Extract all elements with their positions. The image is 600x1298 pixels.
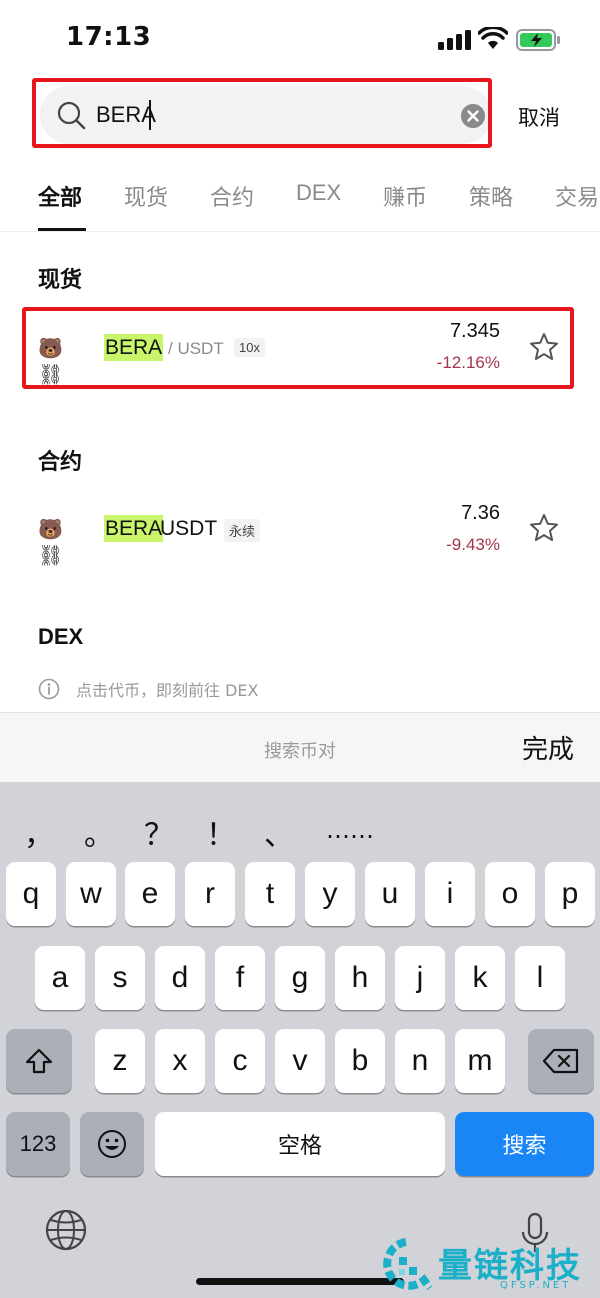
tab-spot[interactable]: 现货 [124,180,168,212]
done-button[interactable]: 完成 [522,729,574,766]
battery-charging-icon [516,29,560,51]
futures-price: 7.36 [461,502,500,524]
cellular-signal-icon [438,30,472,50]
punct-key[interactable]: ？ [144,810,174,854]
key-z[interactable]: z [95,1029,145,1093]
tab-earn[interactable]: 赚币 [383,180,427,212]
key-d[interactable]: d [155,946,205,1010]
key-q[interactable]: q [6,862,56,926]
category-tabs: 全部 现货 合约 DEX 赚币 策略 交易 [0,172,600,232]
futures-symbol: BERA [104,515,164,542]
punct-key[interactable]: …… [326,816,374,844]
cancel-button[interactable]: 取消 [518,102,560,132]
dex-info-text: 点击代币，即刻前往 DEX [76,681,259,700]
key-s[interactable]: s [95,946,145,1010]
spot-annotation-box [22,307,574,389]
section-title-futures: 合约 [38,450,83,475]
key-n[interactable]: n [395,1029,445,1093]
tab-trade[interactable]: 交易 [555,180,600,212]
key-g[interactable]: g [275,946,325,1010]
search-key[interactable]: 搜索 [455,1112,594,1176]
keyboard: ， 。 ？ ！ 、 …… q w e r t y u i o p a s d f… [0,782,600,1298]
watermark: 量链科技 QFSP.NET [380,1234,600,1298]
section-title-dex: DEX [38,624,84,649]
key-w[interactable]: w [66,862,116,926]
space-key[interactable]: 空格 [155,1112,445,1176]
key-y[interactable]: y [305,862,355,926]
keyboard-placeholder: 搜索币对 [264,741,336,762]
numbers-key[interactable]: 123 [6,1112,70,1176]
keyboard-toolbar: 搜索币对 完成 [0,712,600,782]
info-icon [38,678,60,700]
key-a[interactable]: a [35,946,85,1010]
key-c[interactable]: c [215,1029,265,1093]
status-bar: 17:13 [0,0,600,80]
key-t[interactable]: t [245,862,295,926]
shift-icon [25,1048,53,1074]
key-b[interactable]: b [335,1029,385,1093]
emoji-icon [98,1130,126,1158]
search-annotation-box [32,78,492,148]
tab-strategy[interactable]: 策略 [469,180,513,212]
bera-coin-icon: 🐻⛓ [38,517,64,567]
home-indicator [196,1278,404,1285]
active-tab-indicator [38,228,86,231]
key-m[interactable]: m [455,1029,505,1093]
futures-change: -9.43% [446,535,500,554]
key-f[interactable]: f [215,946,265,1010]
key-u[interactable]: u [365,862,415,926]
key-o[interactable]: o [485,862,535,926]
punct-key[interactable]: ！ [206,810,236,854]
status-time: 17:13 [66,22,152,52]
key-r[interactable]: r [185,862,235,926]
tab-futures[interactable]: 合约 [210,180,254,212]
punct-key[interactable]: ， [24,810,54,854]
section-title-spot: 现货 [38,268,83,293]
futures-symbol-quote: USDT [160,517,218,540]
key-l[interactable]: l [515,946,565,1010]
punct-key[interactable]: 、 [264,810,294,854]
key-k[interactable]: k [455,946,505,1010]
globe-icon[interactable] [44,1208,88,1252]
key-e[interactable]: e [125,862,175,926]
key-h[interactable]: h [335,946,385,1010]
tab-all[interactable]: 全部 [38,180,82,212]
backspace-key[interactable] [528,1029,594,1093]
shift-key[interactable] [6,1029,72,1093]
tab-dex[interactable]: DEX [296,180,341,206]
key-j[interactable]: j [395,946,445,1010]
punct-key[interactable]: 。 [84,810,114,854]
wifi-icon [478,27,508,49]
key-i[interactable]: i [425,862,475,926]
key-v[interactable]: v [275,1029,325,1093]
watermark-subtext: QFSP.NET [500,1280,572,1291]
perpetual-badge: 永续 [224,519,261,542]
key-p[interactable]: p [545,862,595,926]
backspace-icon [542,1048,579,1074]
key-x[interactable]: x [155,1029,205,1093]
star-icon[interactable] [528,512,560,544]
watermark-logo-icon [383,1238,432,1291]
emoji-key[interactable] [80,1112,144,1176]
